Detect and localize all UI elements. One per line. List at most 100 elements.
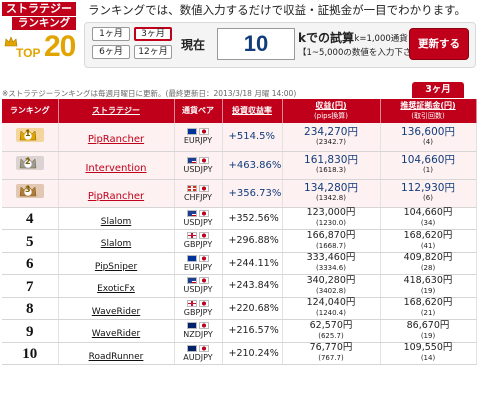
rank-cell: 10 bbox=[2, 342, 59, 365]
strategy-link[interactable]: ExoticFx bbox=[97, 284, 135, 294]
logo-line1: ストラテジー bbox=[2, 2, 76, 16]
pair-flags bbox=[175, 232, 222, 240]
ranking-logo: ストラテジー ランキング TOP 20 bbox=[2, 2, 82, 62]
strategy-cell: ExoticFx bbox=[58, 274, 175, 298]
profit-pips: (3402.8) bbox=[316, 286, 346, 295]
margin-trades: (34) bbox=[420, 219, 436, 228]
profit-cell: 123,000円 (1230.0) bbox=[282, 207, 381, 230]
strategy-link[interactable]: PipRancher bbox=[88, 134, 144, 145]
jpy-flag-icon bbox=[199, 209, 209, 217]
update-note: ※ストラテジーランキングは毎週月曜日に更新。(最終更新日：2013/3/18 月… bbox=[2, 89, 297, 98]
pair-label: USDJPY bbox=[183, 217, 213, 227]
pair-flags bbox=[175, 156, 222, 164]
margin-trades: (4) bbox=[423, 137, 433, 146]
rank-number: 10 bbox=[22, 346, 38, 363]
rank-cell: 8 bbox=[2, 297, 59, 320]
pair-cell: NZDJPY bbox=[174, 319, 223, 343]
jpy-flag-icon bbox=[199, 156, 209, 164]
strategy-link[interactable]: Slalom bbox=[101, 239, 132, 249]
jpy-flag-icon bbox=[199, 184, 209, 192]
rank-number: 4 bbox=[26, 211, 34, 228]
pair-cell: EURJPY bbox=[174, 123, 223, 152]
aud-flag-icon bbox=[187, 344, 197, 352]
table-row: 4 Slalom USDJPY +352.56% 123,000円 (1230.0) 104… bbox=[2, 207, 477, 230]
strategy-cell: RoadRunner bbox=[58, 342, 175, 365]
margin-cell: 109,550円 (14) bbox=[380, 342, 477, 365]
column-profit-sub: (pips換算) bbox=[314, 112, 348, 120]
column-strategy-label: ストラテジー bbox=[92, 106, 140, 115]
table-row: 9 WaveRider NZDJPY +216.57% 62,570円 (625.7) 86… bbox=[2, 319, 477, 343]
table-row: 8 WaveRider GBPJPY +220.68% 124,040円 (1240.4)… bbox=[2, 297, 477, 320]
yield-cell: +356.73% bbox=[222, 179, 283, 208]
margin-value: 104,660円 bbox=[403, 207, 453, 219]
column-yield[interactable]: 投資収益率 bbox=[222, 99, 283, 123]
strategy-cell: Slalom bbox=[58, 229, 175, 253]
pair-label: AUDJPY bbox=[183, 352, 213, 362]
period-button-6m[interactable]: 6ヶ月 bbox=[92, 45, 130, 59]
profit-cell: 333,460円 (3334.6) bbox=[282, 252, 381, 275]
rank-number: 1 bbox=[24, 128, 31, 138]
period-button-1m[interactable]: 1ヶ月 bbox=[92, 27, 130, 41]
margin-value: 109,550円 bbox=[403, 342, 453, 354]
yield-cell: +244.11% bbox=[222, 252, 283, 275]
strategy-link[interactable]: RoadRunner bbox=[89, 352, 144, 362]
profit-pips: (625.7) bbox=[318, 331, 344, 340]
profit-value: 161,830円 bbox=[304, 154, 358, 166]
rank-cell: 9 bbox=[2, 319, 59, 343]
amount-input[interactable] bbox=[217, 28, 295, 60]
strategy-cell: Intervention bbox=[58, 151, 175, 180]
pair-flags bbox=[175, 209, 222, 217]
rank-number: 6 bbox=[26, 256, 34, 273]
jpy-flag-icon bbox=[199, 232, 209, 240]
profit-pips: (2342.7) bbox=[316, 137, 346, 146]
pair-label: USDJPY bbox=[183, 164, 213, 174]
margin-value: 409,820円 bbox=[403, 252, 453, 264]
profit-cell: 166,870円 (1668.7) bbox=[282, 229, 381, 253]
pair-cell: USDJPY bbox=[174, 274, 223, 298]
column-strategy: ストラテジー bbox=[58, 99, 175, 123]
period-button-12m[interactable]: 12ヶ月 bbox=[134, 45, 172, 59]
pair-flags bbox=[175, 322, 222, 330]
profit-cell: 340,280円 (3402.8) bbox=[282, 274, 381, 298]
gbp-flag-icon bbox=[187, 232, 197, 240]
period-tab: 3ヶ月 bbox=[412, 82, 464, 98]
strategy-link[interactable]: PipRancher bbox=[88, 191, 144, 202]
pair-cell: AUDJPY bbox=[174, 342, 223, 365]
strategy-link[interactable]: WaveRider bbox=[92, 329, 140, 339]
margin-trades: (21) bbox=[420, 309, 436, 318]
column-margin[interactable]: 推奨証拠金(円) (取引回数) bbox=[380, 99, 477, 123]
margin-cell: 168,620円 (41) bbox=[380, 229, 477, 253]
profit-cell: 134,280円 (1342.8) bbox=[282, 179, 381, 208]
margin-trades: (28) bbox=[420, 264, 436, 273]
table-row: 6 PipSniper EURJPY +244.11% 333,460円 (3334.6)… bbox=[2, 252, 477, 275]
yield-cell: +352.56% bbox=[222, 207, 283, 230]
strategy-link[interactable]: PipSniper bbox=[95, 262, 137, 272]
strategy-link[interactable]: WaveRider bbox=[92, 307, 140, 317]
margin-value: 418,630円 bbox=[403, 274, 453, 286]
strategy-link[interactable]: Slalom bbox=[101, 217, 132, 227]
table-row: 2 Intervention USDJPY +463.86% 161,830円 (1618… bbox=[2, 151, 477, 180]
margin-trades: (14) bbox=[420, 354, 436, 363]
rank-number: 2 bbox=[24, 157, 31, 166]
pair-flags bbox=[175, 277, 222, 285]
column-profit[interactable]: 収益(円) (pips換算) bbox=[282, 99, 381, 123]
profit-value: 340,280円 bbox=[306, 274, 356, 286]
table-row: 1 PipRancher EURJPY +514.5% 234,270円 (2342.7)… bbox=[2, 123, 477, 152]
rank-cell: 7 bbox=[2, 274, 59, 298]
update-button[interactable]: 更新する bbox=[409, 28, 469, 60]
margin-trades: (19) bbox=[420, 286, 436, 295]
usd-flag-icon bbox=[187, 156, 197, 164]
pair-label: USDJPY bbox=[183, 285, 213, 295]
profit-value: 333,460円 bbox=[306, 252, 356, 264]
table-row: 10 RoadRunner AUDJPY +210.24% 76,770円 (767.7)… bbox=[2, 342, 477, 365]
margin-value: 168,620円 bbox=[403, 229, 453, 241]
strategy-link[interactable]: Intervention bbox=[85, 163, 146, 174]
pair-flags bbox=[175, 184, 222, 192]
profit-pips: (1240.4) bbox=[316, 309, 346, 318]
period-button-3m[interactable]: 3ヶ月 bbox=[134, 27, 172, 41]
strategy-cell: PipSniper bbox=[58, 252, 175, 275]
margin-value: 104,660円 bbox=[401, 154, 455, 166]
yield-cell: +220.68% bbox=[222, 297, 283, 320]
margin-value: 168,620円 bbox=[403, 297, 453, 309]
strategy-cell: Slalom bbox=[58, 207, 175, 230]
